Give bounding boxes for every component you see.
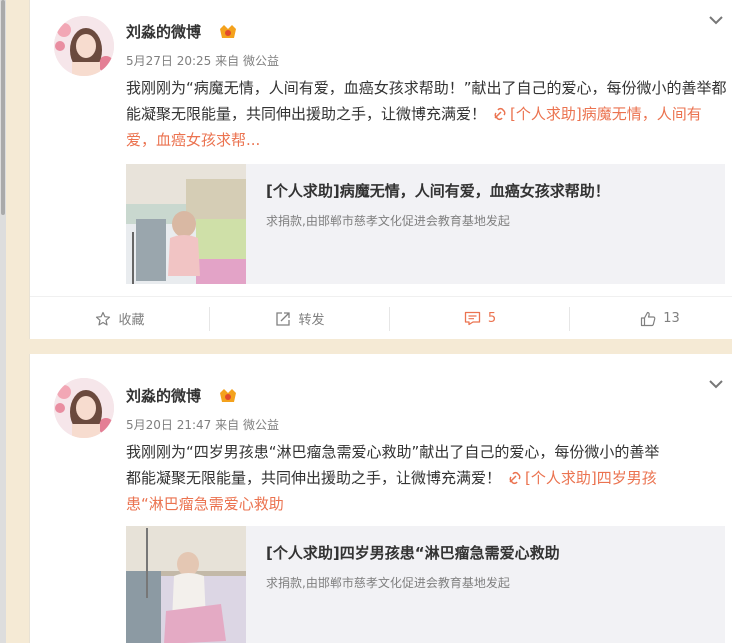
vip-badge-icon[interactable]	[218, 387, 238, 404]
share-description: 求捐款,由邯郸市慈孝文化促进会教育基地发起	[266, 576, 510, 590]
avatar[interactable]	[54, 378, 114, 438]
source-link[interactable]: 微公益	[243, 418, 279, 432]
source-prefix: 来自	[215, 418, 240, 432]
username[interactable]: 刘淼的微博	[126, 385, 201, 406]
like-count: 13	[663, 311, 680, 326]
share-link-part2[interactable]: 患“淋巴瘤急需爱心救助	[126, 495, 284, 513]
username[interactable]: 刘淼的微博	[126, 21, 201, 42]
chevron-down-icon[interactable]	[708, 14, 724, 26]
share-card[interactable]: [个人求助]四岁男孩患“淋巴瘤急需爱心救助 求捐款,由邯郸市慈孝文化促进会教育基…	[126, 526, 725, 643]
share-title[interactable]: [个人求助]病魔无情，人间有爱，血癌女孩求帮助！	[266, 180, 610, 201]
post-meta: 5月20日 21:47 来自 微公益	[126, 416, 279, 433]
link-icon	[494, 107, 506, 121]
share-link-part1[interactable]: [个人求助]病	[510, 105, 597, 123]
action-bar: 收藏 转发 5 13	[30, 296, 732, 339]
post-body-line1: 我刚刚为“四岁男孩患“淋巴瘤急需爱心救助”献出了自己的爱心，每份微小的善举	[126, 443, 660, 461]
feed-card: 刘淼的微博 5月27日 20:25 来自 微公益 我刚刚为“病魔无情，人间有爱，…	[29, 0, 732, 339]
post-body-line2: 都能凝聚无限能量，共同伸出援助之手，让微博充满爱！	[126, 469, 502, 487]
post-meta: 5月27日 20:25 来自 微公益	[126, 52, 279, 69]
comment-icon	[464, 311, 481, 326]
chevron-down-icon[interactable]	[708, 378, 724, 390]
post-date[interactable]: 5月27日 20:25	[126, 54, 211, 68]
source-link[interactable]: 微公益	[243, 54, 279, 68]
source-prefix: 来自	[215, 54, 240, 68]
post-text: 我刚刚为“病魔无情，人间有爱，血癌女孩求帮助！”献出了自己的爱心，每份微小的善举…	[126, 75, 730, 153]
scrollbar-thumb[interactable]	[1, 0, 5, 215]
thumbs-up-icon	[641, 311, 656, 326]
comment-button[interactable]: 5	[390, 297, 570, 340]
link-icon	[509, 471, 521, 485]
page-scrollbar[interactable]	[0, 0, 6, 643]
repost-label: 转发	[298, 313, 325, 328]
like-button[interactable]: 13	[570, 297, 732, 340]
favorite-button[interactable]: 收藏	[30, 297, 210, 340]
share-description: 求捐款,由邯郸市慈孝文化促进会教育基地发起	[266, 214, 510, 228]
share-image[interactable]	[126, 526, 246, 643]
post-text: 我刚刚为“四岁男孩患“淋巴瘤急需爱心救助”献出了自己的爱心，每份微小的善举 都能…	[126, 439, 730, 517]
avatar[interactable]	[54, 16, 114, 76]
star-icon	[96, 311, 111, 325]
feed-card: 刘淼的微博 5月20日 21:47 来自 微公益 我刚刚为“四岁男孩患“淋巴瘤急…	[29, 354, 732, 643]
post-date[interactable]: 5月20日 21:47	[126, 418, 211, 432]
repost-button[interactable]: 转发	[210, 297, 390, 340]
share-card[interactable]: [个人求助]病魔无情，人间有爱，血癌女孩求帮助！ 求捐款,由邯郸市慈孝文化促进会…	[126, 164, 725, 284]
share-link-part1[interactable]: [个人求助]四岁男孩	[525, 469, 657, 487]
share-image[interactable]	[126, 164, 246, 284]
repost-icon	[276, 311, 291, 326]
favorite-label: 收藏	[118, 313, 145, 328]
share-title[interactable]: [个人求助]四岁男孩患“淋巴瘤急需爱心救助	[266, 542, 560, 563]
comment-count: 5	[487, 311, 497, 326]
vip-badge-icon[interactable]	[218, 23, 238, 40]
